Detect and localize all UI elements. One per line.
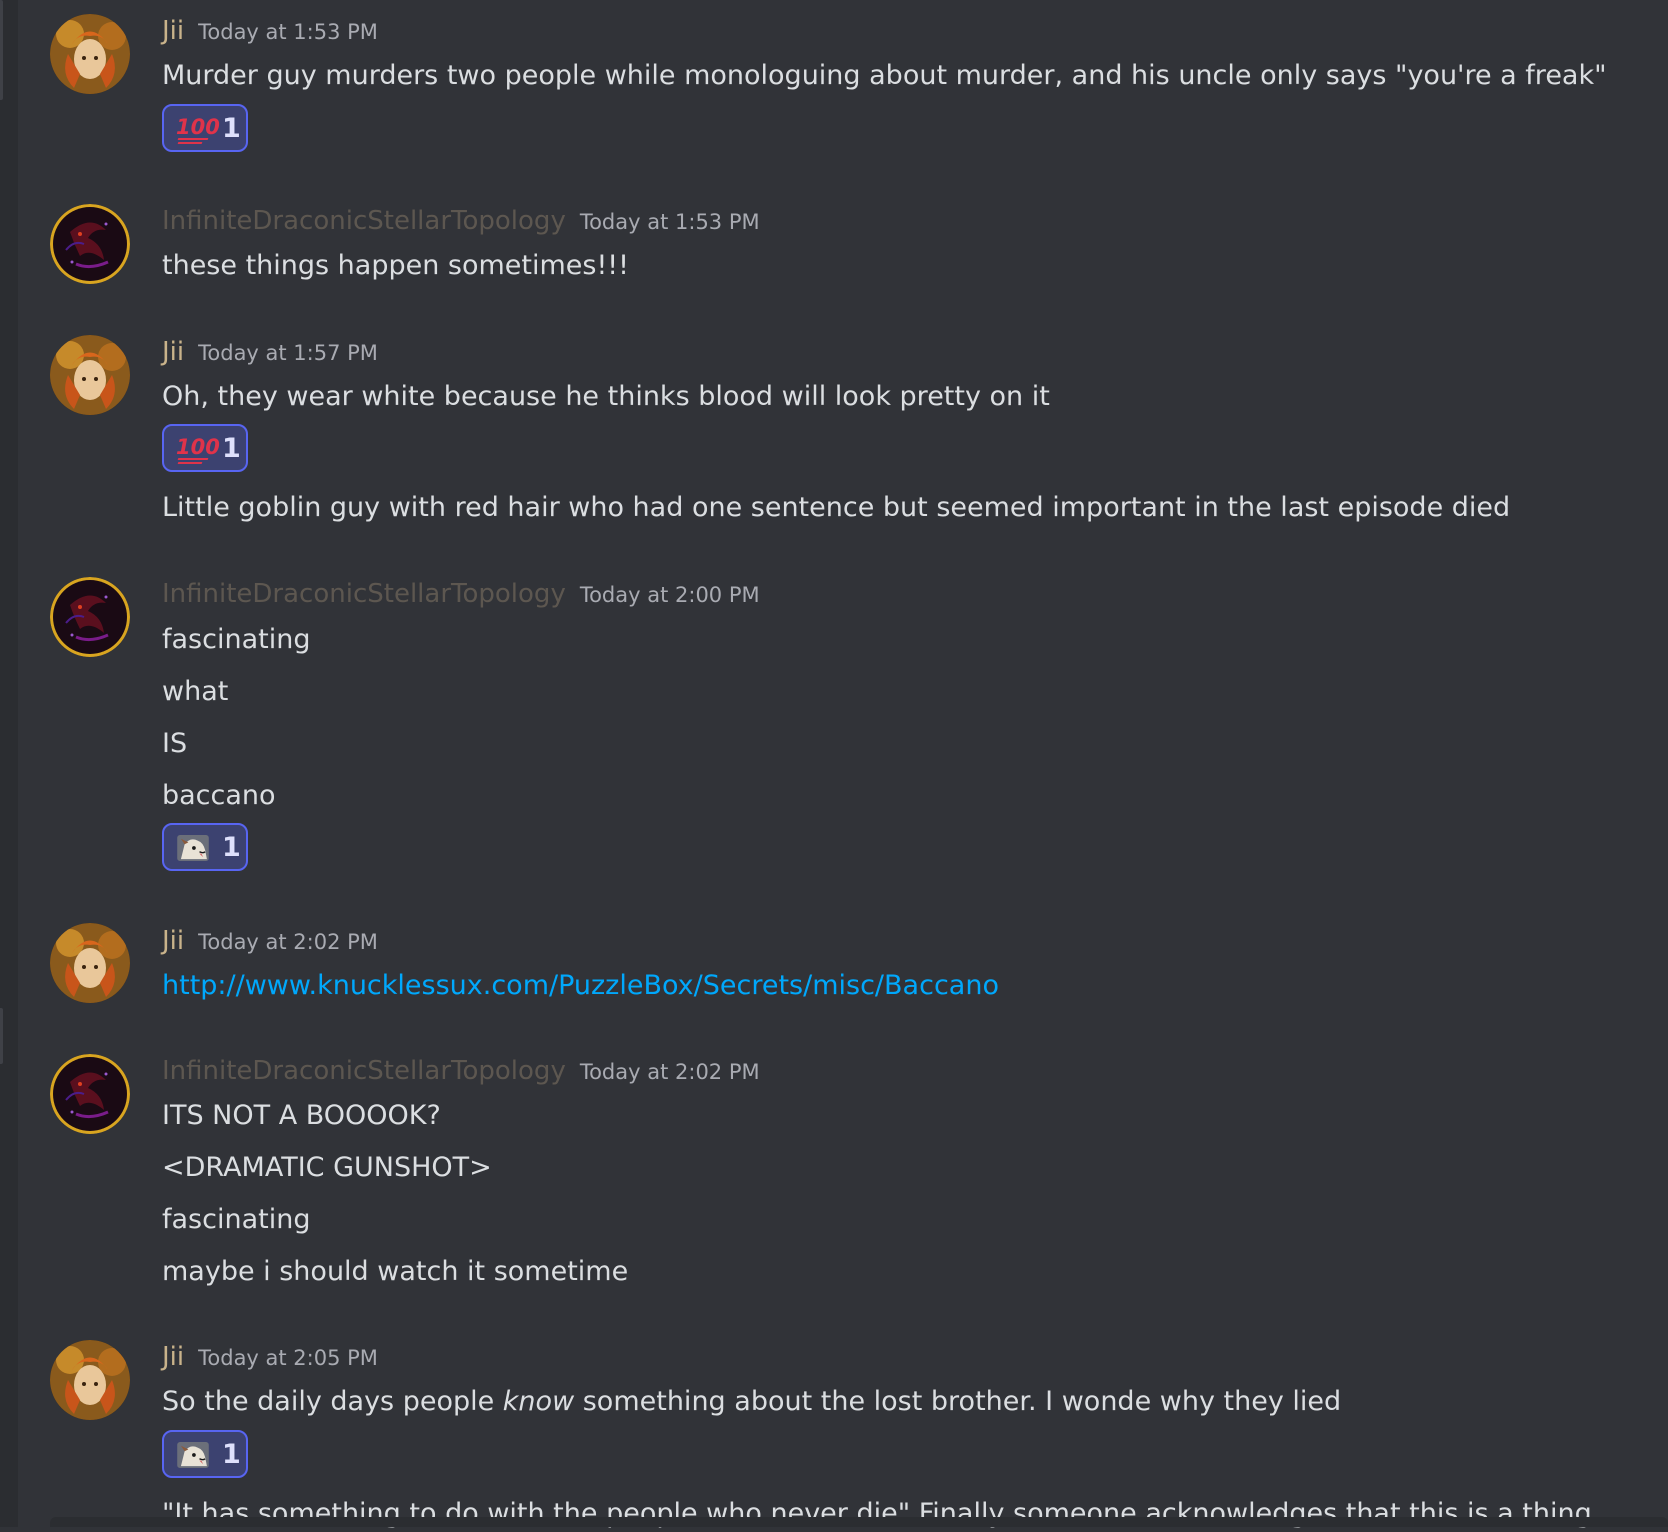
avatar-dragon-image bbox=[50, 577, 130, 657]
reaction-button[interactable]: 100 1 bbox=[162, 104, 248, 152]
reaction-count: 1 bbox=[222, 1439, 241, 1470]
avatar[interactable] bbox=[50, 923, 130, 1003]
avatar-jii-image bbox=[50, 1340, 130, 1420]
timestamp[interactable]: Today at 2:00 PM bbox=[580, 583, 760, 607]
message-text: <DRAMATIC GUNSHOT> bbox=[162, 1152, 492, 1183]
message-text: Little goblin guy with red hair who had … bbox=[162, 492, 1511, 523]
timestamp[interactable]: Today at 1:57 PM bbox=[198, 341, 378, 365]
avatar-dragon-image bbox=[50, 1054, 130, 1134]
message-text-part: So the daily days people bbox=[162, 1386, 503, 1417]
avatar[interactable] bbox=[50, 1054, 130, 1134]
message-header: InfiniteDraconicStellarTopology Today at … bbox=[162, 577, 760, 611]
username[interactable]: Jii bbox=[162, 14, 184, 48]
message-header: Jii Today at 1:57 PM bbox=[162, 335, 378, 369]
avatar-dragon-image bbox=[50, 204, 130, 284]
message-list: Jii Today at 1:53 PM Murder guy murders t… bbox=[0, 0, 1668, 1529]
avatar[interactable] bbox=[50, 577, 130, 657]
dog-emote-icon bbox=[177, 1442, 209, 1468]
username[interactable]: Jii bbox=[162, 335, 184, 369]
reaction-button[interactable]: 1 bbox=[162, 1430, 248, 1478]
message-text: So the daily days people know something … bbox=[162, 1384, 1341, 1420]
timestamp[interactable]: Today at 1:53 PM bbox=[198, 20, 378, 44]
message-header: InfiniteDraconicStellarTopology Today at … bbox=[162, 204, 760, 238]
message-text: ITS NOT A BOOOOK? bbox=[162, 1100, 441, 1131]
message-text: fascinating bbox=[162, 624, 311, 655]
hundred-points-icon: 100 bbox=[176, 436, 220, 464]
message-text: these things happen sometimes!!! bbox=[162, 250, 629, 281]
timestamp[interactable]: Today at 2:05 PM bbox=[198, 1346, 378, 1370]
reaction-count: 1 bbox=[222, 433, 241, 464]
reaction-button[interactable]: 1 bbox=[162, 823, 248, 871]
composer-edge bbox=[50, 1517, 1668, 1527]
avatar-jii-image bbox=[50, 335, 130, 415]
message-text: Oh, they wear white because he thinks bl… bbox=[162, 381, 1050, 412]
dog-emote-icon bbox=[177, 835, 209, 861]
hundred-points-icon: 100 bbox=[176, 116, 220, 144]
message-text: maybe i should watch it sometime bbox=[162, 1256, 629, 1287]
avatar[interactable] bbox=[50, 1340, 130, 1420]
avatar[interactable] bbox=[50, 14, 130, 94]
message-header: InfiniteDraconicStellarTopology Today at … bbox=[162, 1054, 760, 1088]
username[interactable]: Jii bbox=[162, 924, 184, 958]
username[interactable]: InfiniteDraconicStellarTopology bbox=[162, 577, 566, 611]
message-text: fascinating bbox=[162, 1204, 311, 1235]
reaction-count: 1 bbox=[222, 113, 241, 144]
message-header: Jii Today at 1:53 PM bbox=[162, 14, 378, 48]
message-text: IS bbox=[162, 728, 188, 759]
timestamp[interactable]: Today at 2:02 PM bbox=[580, 1060, 760, 1084]
timestamp[interactable]: Today at 1:53 PM bbox=[580, 210, 760, 234]
message-text: baccano bbox=[162, 780, 276, 811]
message-header: Jii Today at 2:05 PM bbox=[162, 1340, 378, 1374]
username[interactable]: Jii bbox=[162, 1340, 184, 1374]
avatar[interactable] bbox=[50, 335, 130, 415]
avatar-jii-image bbox=[50, 14, 130, 94]
timestamp[interactable]: Today at 2:02 PM bbox=[198, 930, 378, 954]
message-text-part: something about the lost brother. I wond… bbox=[574, 1386, 1342, 1417]
message-link[interactable]: http://www.knucklessux.com/PuzzleBox/Sec… bbox=[162, 970, 999, 1001]
message-text: Murder guy murders two people while mono… bbox=[162, 60, 1607, 91]
message-text-emphasis: know bbox=[502, 1386, 575, 1417]
avatar[interactable] bbox=[50, 204, 130, 284]
message-text: http://www.knucklessux.com/PuzzleBox/Sec… bbox=[162, 968, 999, 1004]
message-header: Jii Today at 2:02 PM bbox=[162, 924, 378, 958]
username[interactable]: InfiniteDraconicStellarTopology bbox=[162, 204, 566, 238]
message-text: what bbox=[162, 676, 229, 707]
reaction-button[interactable]: 100 1 bbox=[162, 424, 248, 472]
username[interactable]: InfiniteDraconicStellarTopology bbox=[162, 1054, 566, 1088]
avatar-jii-image bbox=[50, 923, 130, 1003]
reaction-count: 1 bbox=[222, 832, 241, 863]
